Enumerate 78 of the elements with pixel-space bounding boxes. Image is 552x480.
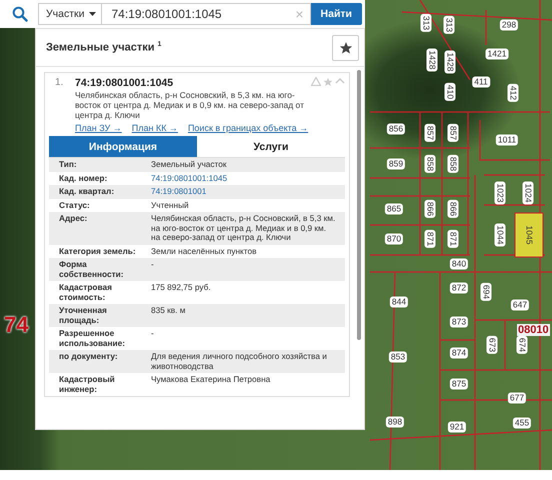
parcel-number-label: 313 [420,14,432,32]
parcel-number-label: 410 [444,82,456,102]
field-value: 835 кв. м [149,304,345,327]
field-label: Категория земель: [58,244,137,258]
parcel-number-label: 1428 [426,48,438,72]
parcel-number-label: 859 [386,158,406,170]
field-value: Чумакова Екатерина Петровна [150,373,272,386]
field-label: Адрес: [49,212,149,244]
field-value: Земельный участок [149,158,345,172]
field-value: 175 892,75 руб. [150,281,212,294]
search-scope-dropdown[interactable]: Участки [38,3,102,25]
parcel-number-label: 853 [388,352,408,362]
parcel-number-label: 1421 [486,48,508,60]
parcel-number-label: 1011 [496,134,518,146]
field-label: Кад. квартал: [49,185,149,198]
parcel-number-label: 1024 [522,182,534,204]
parcel-number-label: 840 [450,258,468,270]
parcel-number-label: 313 [444,16,454,34]
parcel-number-label: 866 [448,200,458,218]
field-label: Уточненная площадь: [49,304,149,327]
field-label: Кад. номер: [58,172,108,185]
parcel-number-label: 694 [480,282,492,302]
parcel-number-label: 298 [500,20,518,30]
field-value: - [149,258,345,281]
result-address: Челябинская область, р-н Сосновский, в 5,3 км. на юго-восток от центра д. Медиак и в 0,9 км. на северо-запад от центра д. Ключи [75,90,305,120]
field-label: Кадастровая стоимость: [58,281,113,304]
parcel-number-label: 1428 [444,50,456,74]
cadastral-area-label: 74 [4,312,28,338]
parcel-number-label: 866 [424,200,436,218]
field-label: Форма собственности: [49,258,149,281]
parcel-number-label: 898 [386,416,404,428]
parcel-number-label: 856 [386,124,406,134]
parcel-number-label: 871 [448,230,458,248]
parcel-number-label: 921 [448,422,466,432]
parcel-number-label: 411 [472,76,490,88]
field-value: - [150,327,155,340]
field-value-link[interactable]: 74:19:0801001:1045 [149,172,345,185]
result-number: 1. [55,77,64,90]
parcel-number-label: 857 [424,124,436,142]
parcel-number-label: 455 [512,418,532,428]
search-field[interactable]: 74:19:0801001:1045 × [102,3,311,25]
cadastral-area-label: 08010 [517,324,550,336]
parcel-number-label: 412 [508,84,518,102]
tab[interactable]: Информация [49,136,197,158]
field-label: по документу: [49,350,149,373]
parcel-number-label: 858 [448,154,458,174]
parcel-number-label: 857 [448,124,458,142]
field-label: Тип: [49,158,149,172]
field-value: Для ведения личного подсобного хозяйства и животноводства [149,350,345,373]
parcel-number-label: 873 [450,316,468,328]
parcel-number-label: 844 [390,296,408,308]
parcel-number-label: 858 [424,154,436,174]
field-value-link[interactable]: 74:19:0801001 [149,185,345,198]
parcel-number-label: 1023 [494,182,506,204]
parcel-number-label: 673 [486,336,498,354]
parcel-number-label: 1044 [494,224,506,246]
result-link[interactable]: План ЗУ → [75,123,122,133]
parcel-number-label: 674 [516,336,528,354]
parcel-number-label: 870 [384,234,404,244]
parcel-number-label: 865 [384,204,404,214]
parcel-number-label: 677 [508,392,526,404]
parcel-number-label: 875 [450,378,468,390]
parcel-number-label: 874 [450,348,468,358]
parcel-number-label: 647 [510,300,530,310]
parcel-number-label: 1045 [514,212,544,258]
field-value: Земли населённых пунктов [150,244,258,258]
parcel-number-label: 871 [424,230,436,248]
field-value: Челябинская область, р-н Сосновский, в 5,3 км. на юго-восток от центра д. Медиак и в 0,9 км. на северо-запад от центра д. Ключи [149,212,345,244]
cadastral-number: 74:19:0801001:1045 [75,77,174,89]
field-label: Кадастровый инженер: [58,373,116,396]
field-value: Учтенный [150,198,190,212]
field-label: Разрешенное использование: [58,327,126,350]
result-link[interactable]: План КК → [132,123,178,133]
field-label: Статус: [58,198,91,212]
results-title: Земельные участки $^{1}$ [46,41,162,54]
find-button[interactable]: Найти [310,3,362,25]
parcel-number-label: 872 [450,282,468,294]
result-link[interactable]: Поиск в границах объекта → [188,123,308,133]
